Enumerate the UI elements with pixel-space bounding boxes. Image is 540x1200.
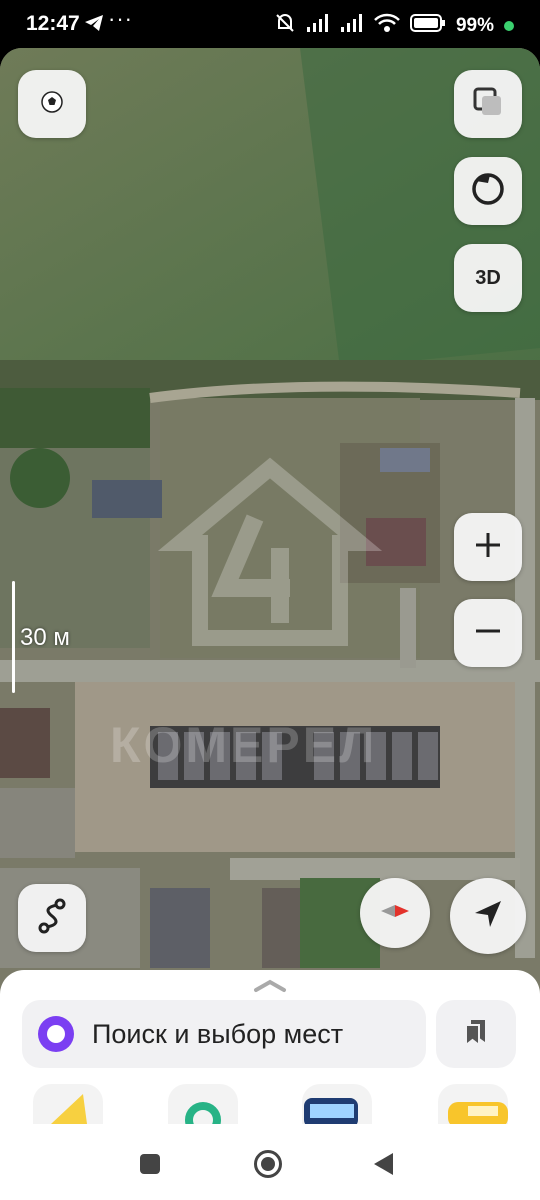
layers-button[interactable] (454, 70, 522, 138)
signal-icon (306, 13, 330, 38)
shortcut-taxi[interactable] (438, 1084, 508, 1124)
soccer-ball-icon (41, 90, 63, 118)
sport-layer-button[interactable] (18, 70, 86, 138)
search-bar[interactable]: Поиск и выбор мест (22, 1000, 426, 1068)
loop-button[interactable] (454, 157, 522, 225)
back-triangle-icon[interactable] (374, 1153, 393, 1175)
status-bar: 12:47 ··· 99% (0, 0, 540, 48)
layers-icon (472, 86, 504, 123)
system-nav-bar (0, 1130, 540, 1200)
transport-icon (302, 1098, 372, 1124)
search-placeholder: Поиск и выбор мест (92, 1018, 344, 1049)
bookmarks-button[interactable] (436, 1000, 516, 1068)
mute-icon (274, 12, 296, 39)
green-app-icon (168, 1102, 238, 1124)
chevron-up-icon[interactable] (252, 978, 288, 999)
zoom-out-button[interactable] (454, 599, 522, 667)
route-button[interactable] (18, 884, 86, 952)
privacy-indicator (504, 20, 514, 31)
compass-button[interactable] (360, 878, 430, 948)
3d-mode-button[interactable]: 3D (454, 244, 522, 312)
signal-icon (340, 13, 364, 38)
square-icon[interactable] (140, 1154, 160, 1174)
wifi-icon (374, 13, 400, 38)
scale-label: 30 м (20, 624, 70, 651)
taxi-icon (438, 1102, 508, 1124)
circle-arrow-icon (470, 171, 506, 212)
status-icons: 99% (274, 12, 514, 39)
location-arrow-icon (471, 897, 505, 936)
zoom-in-button[interactable] (454, 513, 522, 581)
plus-icon (473, 530, 503, 565)
alice-assistant-icon[interactable] (38, 1016, 74, 1052)
home-circle-icon[interactable] (254, 1150, 282, 1178)
compass-icon (377, 899, 413, 928)
scale-bar (12, 581, 15, 693)
3d-label: 3D (475, 266, 501, 289)
shortcut-transport[interactable] (302, 1084, 372, 1124)
telegram-icon (84, 14, 104, 37)
bookmarks-icon (463, 1018, 489, 1051)
shortcut-navigator[interactable] (33, 1084, 103, 1124)
battery-percentage: 99% (455, 14, 494, 36)
shortcut-green-app[interactable] (168, 1084, 238, 1124)
watermark-text: КОМЕРЕЛ (110, 717, 378, 773)
navigator-icon (33, 1094, 103, 1124)
route-icon (36, 898, 68, 939)
battery-icon (409, 14, 446, 37)
clock: 12:47 (26, 12, 80, 35)
more-notifications-icon: ··· (108, 6, 133, 31)
minus-icon (473, 616, 503, 651)
my-location-button[interactable] (450, 878, 526, 954)
